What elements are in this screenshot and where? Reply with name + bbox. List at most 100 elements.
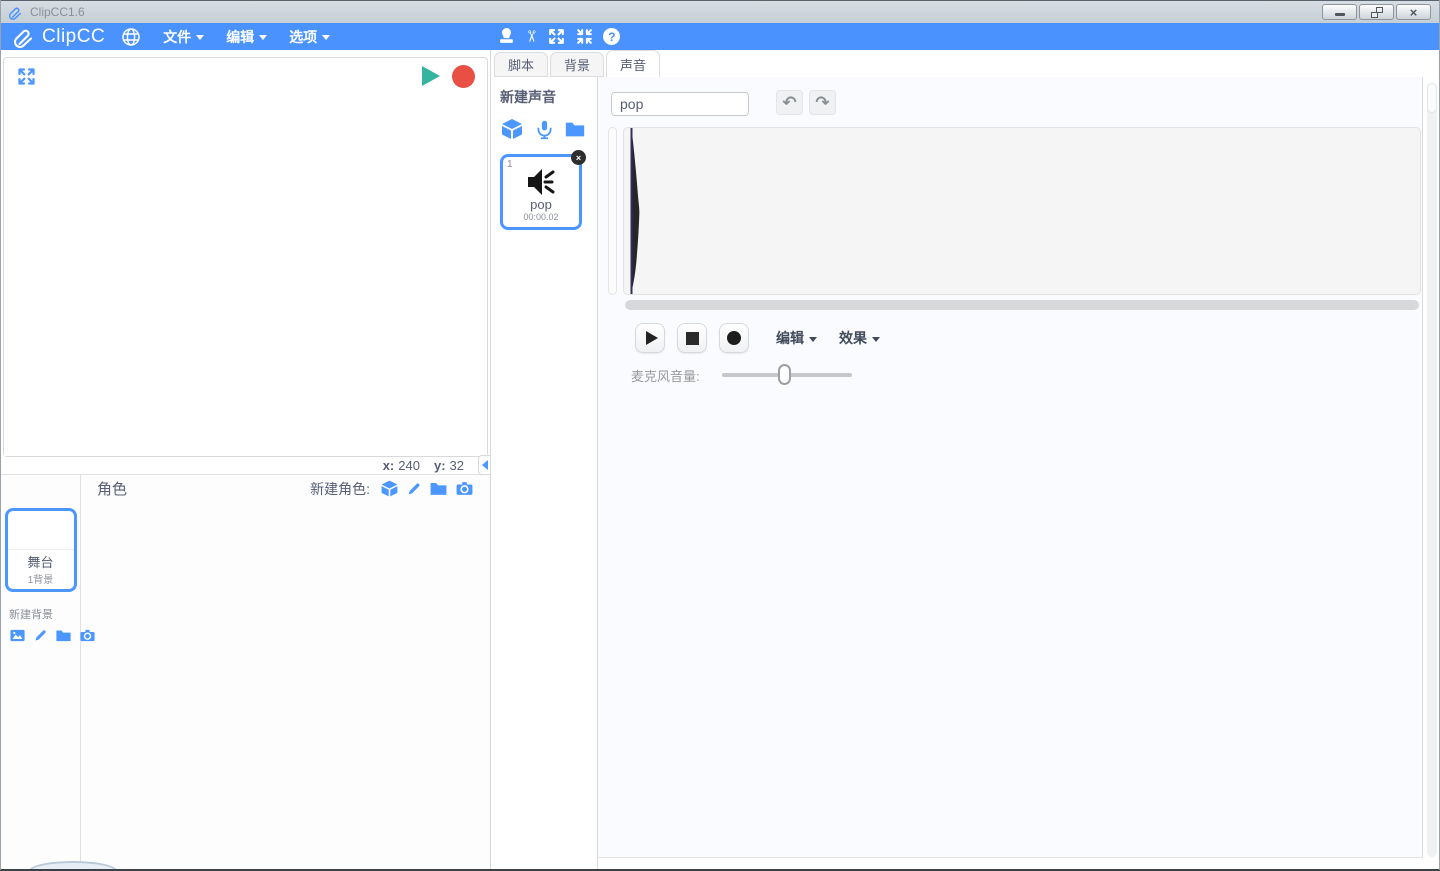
sound-index: 1 [507, 159, 513, 170]
stamp-icon[interactable] [497, 27, 516, 46]
mic-volume-thumb[interactable] [778, 364, 792, 385]
sound-duration: 00:00.02 [523, 212, 559, 223]
upload-sprite-icon[interactable] [429, 479, 448, 498]
title-bar: ClipCC1.6 × [1, 0, 1439, 23]
effects-dropdown[interactable]: 效果 [839, 328, 880, 348]
menu-bar: ClipCC 文件 编辑 选项 ✂ ? [1, 23, 1439, 50]
delete-icon: × [575, 152, 582, 163]
redo-button[interactable]: ↷ [809, 90, 836, 115]
speaker-icon [524, 166, 558, 198]
vertical-scrollbar[interactable] [1427, 83, 1437, 857]
chevron-down-icon [809, 336, 817, 342]
restore-icon [1370, 6, 1383, 18]
brand-name: ClipCC [42, 25, 106, 47]
shrink-icon[interactable] [575, 27, 594, 46]
coordinates-row: x: 240 y: 32 [1, 455, 490, 475]
green-flag-button[interactable] [422, 66, 440, 86]
backdrop-count: 1背景 [27, 575, 54, 586]
mic-volume-label: 麦克风音量: [631, 368, 700, 384]
new-backdrop-label: 新建背景 [9, 609, 53, 621]
sound-library-icon[interactable] [500, 117, 524, 141]
minimize-button[interactable] [1322, 4, 1357, 20]
waveform-icon [630, 128, 640, 294]
fullscreen-icon[interactable] [16, 66, 37, 87]
editor-column: 脚本 背景 声音 新建声音 1 × pop 00:00.02 pop ↶ ↷ 编… [491, 50, 1439, 869]
stage-canvas[interactable] [4, 94, 487, 456]
record-sound-icon[interactable] [534, 118, 555, 141]
delete-sound-button[interactable]: × [571, 150, 586, 165]
language-globe-icon[interactable] [121, 27, 141, 47]
waveform-canvas[interactable] [623, 127, 1421, 295]
scissors-icon[interactable]: ✂ [522, 30, 541, 43]
menu-options[interactable]: 选项 [289, 27, 331, 47]
window-title: ClipCC1.6 [30, 5, 85, 19]
camera-sprite-icon[interactable] [455, 479, 474, 498]
stage-and-sprites-column: x: 240 y: 32 舞台 1背景 新建背景 角色 新建角色: [1, 50, 491, 869]
backdrop-library-icon[interactable] [9, 627, 26, 644]
sprite-list-header: 角色 新建角色: [81, 475, 490, 502]
sprite-library-icon[interactable] [380, 479, 399, 498]
stop-sound-button[interactable] [677, 323, 707, 353]
grow-icon[interactable] [547, 27, 566, 46]
vertical-scrollbar-thumb[interactable] [1427, 83, 1437, 113]
new-sprite-label: 新建角色: [310, 480, 370, 497]
y-label: y: [433, 458, 446, 473]
close-button[interactable]: × [1396, 4, 1431, 20]
sound-item-pop[interactable]: 1 × pop 00:00.02 [500, 150, 586, 230]
sprite-list: 角色 新建角色: [81, 475, 490, 869]
stage-selector-column: 舞台 1背景 新建背景 [1, 475, 95, 869]
sound-editor: ↶ ↷ [598, 77, 1423, 858]
chevron-down-icon [196, 35, 205, 40]
stop-button[interactable] [452, 64, 475, 88]
stage-name: 舞台 [27, 555, 54, 570]
menu-file[interactable]: 文件 [163, 27, 205, 47]
stage-thumbnail [7, 511, 74, 550]
redo-icon: ↷ [815, 92, 830, 113]
new-sound-label: 新建声音 [500, 89, 556, 105]
minimize-icon [1334, 13, 1345, 16]
menu-edit[interactable]: 编辑 [226, 27, 268, 47]
edit-dropdown[interactable]: 编辑 [776, 328, 817, 348]
y-value: 32 [449, 458, 464, 473]
app-window: ClipCC1.6 × ClipCC 文件 编辑 选项 ✂ ? x: 240 y… [0, 0, 1440, 871]
tab-scripts[interactable]: 脚本 [494, 52, 549, 77]
paint-backdrop-icon[interactable] [33, 627, 48, 644]
tab-bar: 脚本 背景 声音 [491, 50, 1439, 77]
sprite-region: 舞台 1背景 新建背景 角色 新建角色: [1, 475, 490, 869]
stage-selector-card[interactable]: 舞台 1背景 [4, 508, 77, 592]
paint-sprite-icon[interactable] [406, 481, 422, 497]
collapse-stage-button[interactable] [478, 455, 490, 475]
sound-name: pop [530, 197, 552, 212]
x-value: 240 [398, 458, 420, 473]
sound-list-panel: 新建声音 1 × pop 00:00.02 [491, 77, 598, 869]
play-button[interactable] [635, 323, 665, 353]
brand-paperclip-icon [11, 24, 35, 50]
mic-volume-slider[interactable] [721, 364, 852, 385]
window-controls: × [1322, 4, 1431, 20]
undo-button[interactable]: ↶ [776, 90, 803, 115]
chevron-down-icon [872, 336, 880, 342]
main-area: x: 240 y: 32 舞台 1背景 新建背景 角色 新建角色: 脚本 背景 … [1, 50, 1439, 869]
play-icon [645, 331, 658, 345]
vertical-track[interactable] [608, 127, 617, 295]
close-icon: × [1409, 4, 1418, 20]
app-paperclip-icon [7, 4, 23, 21]
sprites-title: 角色 [97, 481, 128, 498]
tab-backdrops[interactable]: 背景 [550, 52, 605, 77]
chevron-down-icon [322, 35, 331, 40]
stage-header [4, 58, 487, 94]
sound-name-input[interactable] [611, 92, 749, 116]
undo-icon: ↶ [782, 92, 797, 113]
chevron-left-icon [481, 460, 488, 470]
tab-sounds[interactable]: 声音 [606, 50, 661, 77]
chevron-down-icon [259, 35, 268, 40]
record-icon [727, 331, 741, 345]
upload-backdrop-icon[interactable] [55, 627, 72, 644]
restore-button[interactable] [1359, 4, 1394, 20]
stop-icon [685, 331, 699, 345]
help-icon[interactable]: ? [603, 28, 621, 45]
sprite-tools: ✂ ? [497, 23, 621, 50]
upload-sound-icon[interactable] [564, 118, 586, 140]
record-button[interactable] [719, 323, 749, 353]
horizontal-scrollbar[interactable] [625, 300, 1419, 310]
